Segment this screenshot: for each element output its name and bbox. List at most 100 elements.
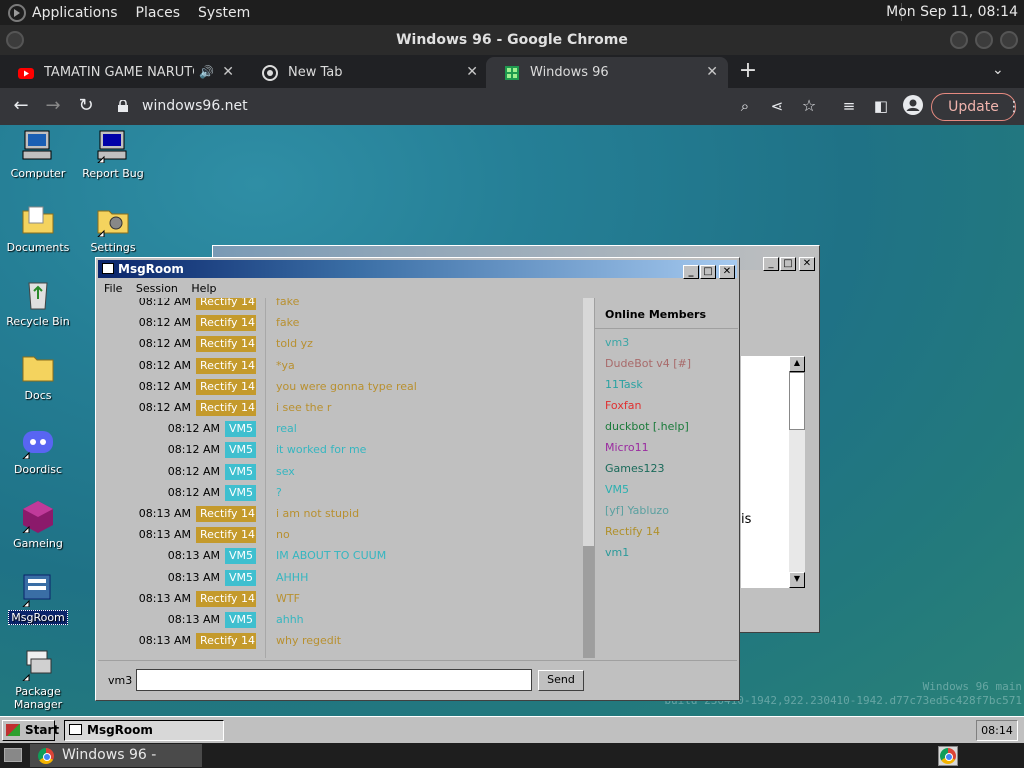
menu-help[interactable]: Help bbox=[191, 282, 216, 295]
address-bar[interactable]: windows96.net bbox=[108, 93, 830, 120]
tray-chrome-icon[interactable] bbox=[938, 746, 958, 766]
chat-scrollbar[interactable] bbox=[583, 298, 594, 658]
side-panel-icon[interactable]: ◧ bbox=[870, 95, 892, 117]
profile-avatar-icon[interactable] bbox=[902, 95, 924, 117]
gameing-cube-icon bbox=[21, 499, 55, 534]
message-user-badge[interactable]: Rectify 14 bbox=[196, 400, 256, 416]
message-user-badge[interactable]: Rectify 14 bbox=[196, 633, 256, 650]
message-user-badge[interactable]: VM5 bbox=[225, 612, 256, 628]
lock-icon[interactable] bbox=[118, 100, 128, 112]
taskbar-item-msgroom[interactable]: MsgRoom bbox=[64, 720, 224, 741]
tab-search-chevron-icon[interactable]: ⌄ bbox=[992, 62, 1004, 78]
message-user-badge[interactable]: Rectify 14 bbox=[196, 378, 256, 395]
send-button[interactable]: Send bbox=[538, 670, 584, 691]
window-list-item-chrome[interactable]: Windows 96 - Goog... bbox=[30, 744, 202, 767]
start-button[interactable]: Start bbox=[2, 720, 59, 741]
message-user-badge[interactable]: Rectify 14 bbox=[196, 315, 256, 332]
desktop-icon-computer[interactable]: Computer bbox=[0, 129, 76, 180]
message-user-badge[interactable]: Rectify 14 bbox=[196, 506, 256, 522]
tab-new-tab[interactable]: New Tab ✕ bbox=[244, 57, 488, 88]
scroll-up-icon[interactable]: ▲ bbox=[789, 356, 805, 372]
maximize-window-button[interactable] bbox=[975, 31, 993, 49]
message-user-badge[interactable]: Rectify 14 bbox=[196, 527, 256, 544]
message-time: 08:12 AM bbox=[167, 464, 220, 478]
new-tab-icon[interactable]: + bbox=[738, 60, 758, 82]
member-item[interactable]: Micro11 bbox=[605, 441, 649, 454]
desktop-icon-msgroom[interactable]: MsgRoom bbox=[0, 573, 76, 625]
desktop-icon-report-bug[interactable]: Report Bug bbox=[75, 129, 151, 180]
member-item[interactable]: Foxfan bbox=[605, 399, 641, 412]
background-scrollbar[interactable]: ▲ ▼ bbox=[789, 356, 805, 588]
desktop-icon-doordisc[interactable]: Doordisc bbox=[0, 425, 76, 476]
desktop-icon-documents[interactable]: Documents bbox=[0, 203, 76, 254]
maximize-icon[interactable]: □ bbox=[780, 257, 796, 271]
desktop-icon-recycle-bin[interactable]: Recycle Bin bbox=[0, 277, 76, 328]
url-text[interactable]: windows96.net bbox=[142, 98, 248, 114]
message-user-badge[interactable]: Rectify 14 bbox=[196, 336, 256, 353]
scroll-down-icon[interactable]: ▼ bbox=[789, 572, 805, 588]
panel-clock[interactable]: Mon Sep 11, 08:14 bbox=[886, 4, 1018, 20]
desktop-icon-settings[interactable]: Settings bbox=[75, 203, 151, 254]
desktop-icon-gameing[interactable]: Gameing bbox=[0, 499, 76, 550]
member-item[interactable]: vm1 bbox=[605, 546, 629, 559]
show-desktop-icon[interactable] bbox=[4, 748, 22, 762]
message-time: 08:13 AM bbox=[138, 591, 191, 605]
desktop-icon-docs[interactable]: Docs bbox=[0, 351, 76, 402]
chat-scrollbar-thumb[interactable] bbox=[583, 546, 594, 658]
close-tab-icon[interactable]: ✕ bbox=[706, 57, 718, 88]
close-icon[interactable]: ✕ bbox=[799, 257, 815, 271]
member-item[interactable]: vm3 bbox=[605, 336, 629, 349]
member-item[interactable]: duckbot [.help] bbox=[605, 420, 689, 433]
message-user-badge[interactable]: Rectify 14 bbox=[196, 590, 256, 607]
close-tab-icon[interactable]: ✕ bbox=[466, 57, 478, 88]
reload-icon[interactable]: ↻ bbox=[75, 95, 97, 117]
menu-file[interactable]: File bbox=[104, 282, 122, 295]
message-user-badge[interactable]: VM5 bbox=[225, 421, 256, 438]
msgroom-titlebar[interactable]: MsgRoom _ □ ✕ bbox=[98, 260, 737, 279]
more-menu-icon[interactable]: ⋮ bbox=[1007, 94, 1021, 120]
tab-windows96[interactable]: Windows 96 ✕ bbox=[486, 57, 728, 88]
system-menu[interactable]: System bbox=[198, 5, 250, 21]
share-icon[interactable]: ⋖ bbox=[766, 95, 788, 117]
zoom-search-icon[interactable]: ⌕ bbox=[734, 95, 756, 117]
message-time: 08:12 AM bbox=[138, 316, 191, 330]
applications-menu[interactable]: Applications bbox=[32, 5, 118, 21]
member-item[interactable]: Games123 bbox=[605, 462, 664, 475]
maximize-icon[interactable]: □ bbox=[700, 265, 716, 279]
message-user-badge[interactable]: VM5 bbox=[225, 484, 256, 501]
desktop-icon-package-manager[interactable]: Package Manager bbox=[0, 647, 76, 711]
chat-messages[interactable]: 08:12 AM Rectify 14 fake 08:12 AM Rectify 14… bbox=[98, 298, 594, 658]
member-item[interactable]: Rectify 14 bbox=[605, 525, 660, 538]
close-window-button[interactable] bbox=[1000, 31, 1018, 49]
places-menu[interactable]: Places bbox=[136, 5, 181, 21]
bookmark-star-icon[interactable]: ☆ bbox=[798, 95, 820, 117]
minimize-icon[interactable]: _ bbox=[683, 265, 699, 279]
message-user-badge[interactable]: Rectify 14 bbox=[196, 357, 256, 374]
tab-naruto[interactable]: TAMATIN GAME NARUTO 🔊 ✕ bbox=[0, 57, 244, 88]
message-user-badge[interactable]: VM5 bbox=[225, 548, 256, 565]
window-list-label: Windows 96 - Goog... bbox=[62, 747, 157, 763]
message-user-badge[interactable]: VM5 bbox=[225, 463, 256, 480]
forward-arrow-icon[interactable]: → bbox=[42, 95, 64, 117]
msgroom-window[interactable]: MsgRoom _ □ ✕ File Session Help 08:12 AM Re… bbox=[95, 257, 740, 701]
member-item[interactable]: [yf] Yabluzo bbox=[605, 504, 669, 517]
member-item[interactable]: DudeBot v4 [#] bbox=[605, 357, 691, 370]
message-user-badge[interactable]: VM5 bbox=[225, 569, 256, 586]
member-item[interactable]: VM5 bbox=[605, 483, 629, 496]
update-button[interactable]: Update ⋮ bbox=[931, 93, 1021, 121]
message-user-badge[interactable]: Rectify 14 bbox=[196, 298, 256, 310]
message-input[interactable] bbox=[136, 669, 532, 691]
gnome-logo-icon[interactable] bbox=[8, 3, 26, 22]
message-user-badge[interactable]: VM5 bbox=[225, 442, 256, 459]
scrollbar-thumb[interactable] bbox=[789, 372, 805, 430]
member-item[interactable]: 11Task bbox=[605, 378, 643, 391]
back-arrow-icon[interactable]: ← bbox=[10, 95, 32, 117]
close-tab-icon[interactable]: ✕ bbox=[222, 57, 234, 88]
media-queue-icon[interactable]: ≡ bbox=[838, 95, 860, 117]
close-icon[interactable]: ✕ bbox=[719, 265, 735, 279]
minimize-icon[interactable]: _ bbox=[763, 257, 779, 271]
minimize-window-button[interactable] bbox=[950, 31, 968, 49]
audio-playing-icon[interactable]: 🔊 bbox=[199, 57, 214, 88]
window-menu-icon[interactable] bbox=[6, 31, 24, 49]
menu-session[interactable]: Session bbox=[136, 282, 178, 295]
